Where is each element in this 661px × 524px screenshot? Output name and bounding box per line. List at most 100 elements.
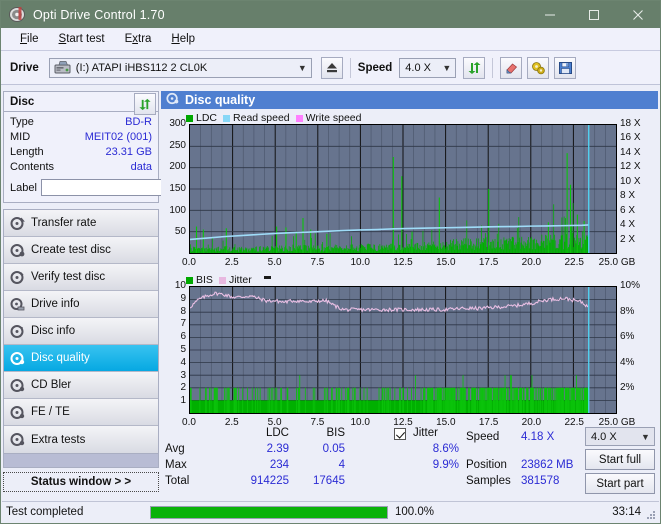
stats-bis-avg: 0.05 [322, 443, 345, 455]
test-speed-select[interactable]: 4.0 X ▼ [585, 427, 655, 446]
sidebar-label: Drive info [31, 298, 80, 310]
status-window-button[interactable]: Status window > > [3, 472, 159, 492]
disc-row-mid: MID MEIT02 (001) [10, 130, 152, 145]
right-panel: Disc quality LDC Read speed Write speed … [161, 91, 658, 501]
chart-ldc-plot [189, 124, 617, 254]
disc-quality-icon [4, 351, 31, 366]
speed-label: Speed [357, 61, 393, 74]
y-tick: 300 [169, 118, 186, 129]
x-tick: 20.0 [521, 257, 542, 268]
sidebar-item-disc-quality[interactable]: Disc quality [4, 345, 158, 372]
start-full-button[interactable]: Start full [585, 449, 655, 470]
jitter-checkbox[interactable] [394, 428, 406, 440]
samples-value: 381578 [521, 475, 560, 487]
stats-row-max: Max [165, 459, 187, 471]
x-tick: 22.5 [564, 257, 584, 268]
disc-length-key: Length [10, 146, 44, 158]
disc-create-icon [4, 243, 31, 258]
minimize-button[interactable] [528, 1, 572, 28]
sidebar-item-create-test-disc[interactable]: Create test disc [4, 237, 158, 264]
window-controls [528, 1, 660, 28]
y2-tick: 16 X [620, 132, 641, 144]
progress-bar [150, 505, 388, 519]
app-disc-icon [9, 6, 26, 23]
legend-ldc: LDC [186, 112, 217, 124]
sidebar-item-disc-info[interactable]: Disc info [4, 318, 158, 345]
start-part-button[interactable]: Start part [585, 473, 655, 494]
disc-contents-value: data [130, 161, 152, 173]
legend-swatch-read-speed [223, 114, 231, 122]
menu-extra[interactable]: Extra [115, 31, 162, 47]
y2-tick: 8 X [620, 190, 636, 202]
speed-stat-label: Speed [466, 431, 500, 443]
sidebar-label: FE / TE [31, 406, 70, 418]
test-speed-value: 4.0 X [591, 430, 617, 443]
eject-button[interactable] [320, 56, 343, 79]
sidebar-label: Create test disc [31, 244, 111, 256]
maximize-button[interactable] [572, 1, 616, 28]
y-tick: 2 [180, 382, 186, 394]
app-window: Opti Drive Control 1.70 File Start test … [0, 0, 661, 524]
stats-ldc-avg: 2.39 [266, 443, 289, 455]
y-tick: 1 [180, 395, 186, 407]
close-button[interactable] [616, 1, 660, 28]
chevron-down-icon: ▼ [442, 62, 452, 73]
sidebar-item-cd-bler[interactable]: CD Bler [4, 372, 158, 399]
nav-list: Transfer rate Create test disc Verify te… [3, 209, 159, 454]
disc-refresh-button[interactable] [134, 93, 156, 115]
left-panel: Disc Type BD-R MID MEIT02 (001) Length 2… [3, 91, 245, 492]
disc-header-label: Disc [10, 95, 35, 108]
jitter-label: Jitter [413, 427, 438, 439]
disc-verify-icon [4, 270, 31, 285]
menu-help[interactable]: Help [161, 31, 205, 47]
y2-tick: 4% [620, 356, 635, 368]
y-tick: 4 [180, 356, 186, 368]
disc-row-contents: Contents data [10, 160, 152, 175]
sidebar-label: Disc quality [31, 352, 90, 364]
legend-marker-icon [263, 276, 271, 279]
sidebar-item-fe-te[interactable]: FE / TE [4, 399, 158, 426]
speed-select[interactable]: 4.0 X ▼ [399, 57, 457, 78]
chart2-legend: BIS Jitter [161, 274, 658, 286]
disc-bler-icon [4, 378, 31, 393]
drive-select-value: (I:) ATAPI iHBS112 2 CL0K [75, 61, 208, 74]
toolbar-divider [349, 57, 351, 78]
stats-ldc-total: 914225 [250, 475, 289, 487]
x-tick: 10.0 [350, 257, 370, 268]
chart-bis-jitter: 10 9 8 7 6 5 4 3 2 1 10% 8% 6% 4% 2% 0.0 2.5 5.0 7.5 10.0… [161, 280, 658, 431]
refresh-button[interactable] [463, 56, 486, 79]
x-tick: 5.0 [267, 257, 282, 268]
legend-label: Jitter [228, 274, 252, 286]
sidebar-item-extra-tests[interactable]: Extra tests [4, 426, 158, 453]
speed-select-value: 4.0 X [405, 61, 431, 74]
stats-col-bis: BIS [326, 427, 345, 439]
resize-grip-icon[interactable] [645, 509, 656, 520]
sidebar-label: Disc info [31, 325, 76, 337]
y2-tick: 8% [620, 305, 635, 317]
menu-start-test[interactable]: Start test [49, 31, 115, 47]
chevron-down-icon: ▼ [641, 431, 650, 442]
save-button[interactable] [554, 56, 577, 79]
menu-file[interactable]: File [10, 31, 49, 47]
position-label: Position [466, 459, 507, 471]
y2-tick: 2 X [620, 233, 636, 245]
y-tick: 7 [180, 318, 186, 330]
panel-header: Disc quality [161, 91, 658, 109]
drive-info-icon [4, 297, 31, 312]
drive-select[interactable]: (I:) ATAPI iHBS112 2 CL0K ▼ [48, 57, 312, 78]
progress-percent: 100.0% [395, 506, 435, 518]
y-tick: 10 [174, 280, 186, 291]
sidebar-item-transfer-rate[interactable]: Transfer rate [4, 210, 158, 237]
disc-type-key: Type [10, 116, 34, 128]
settings-gears-button[interactable] [527, 56, 550, 79]
speed-stat-value: 4.18 X [521, 431, 555, 443]
y2-tick: 14 X [620, 146, 641, 158]
eraser-button[interactable] [500, 56, 523, 79]
sidebar-item-verify-test-disc[interactable]: Verify test disc [4, 264, 158, 291]
legend-bis: BIS [186, 274, 213, 286]
y2-tick: 2% [620, 382, 635, 394]
status-bar: Test completed 100.0% 33:14 [2, 501, 659, 522]
window-title: Opti Drive Control 1.70 [33, 7, 165, 22]
sidebar-item-drive-info[interactable]: Drive info [4, 291, 158, 318]
x-tick: 17.5 [478, 257, 499, 268]
